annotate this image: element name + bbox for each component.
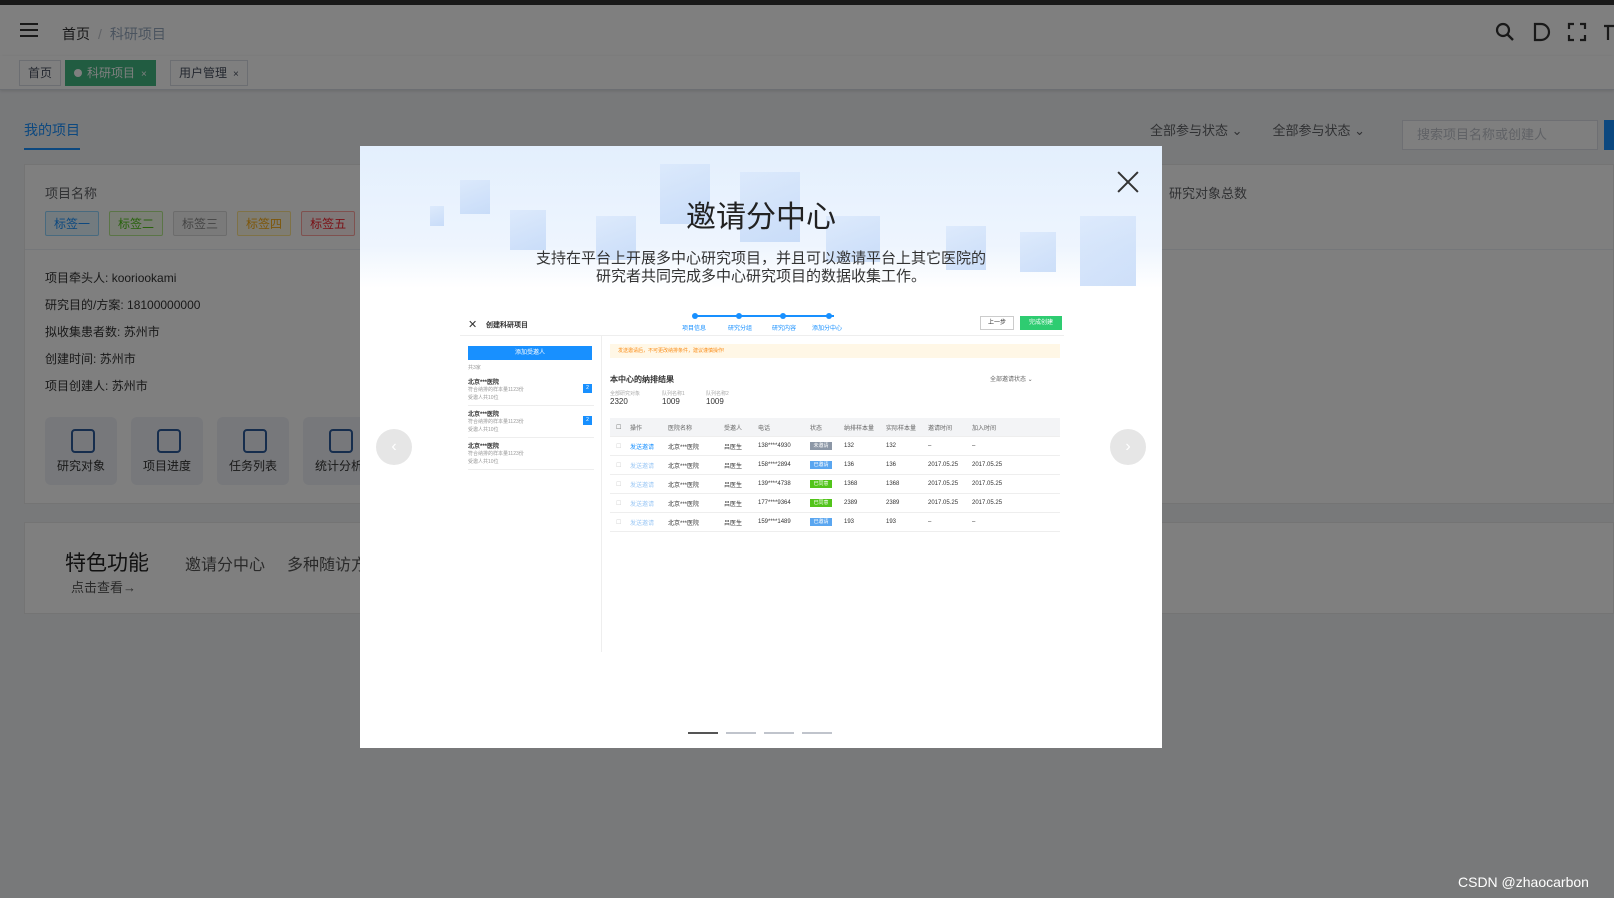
hospital-item: 北京***医院 符合纳排的样本量1123份 受邀人共10位 2	[468, 374, 594, 406]
table-row: ☐ 发送邀请 北京***医院 吕医生 139****4738 已同意 1368 1368 201…	[610, 475, 1060, 494]
step-label: 研究分组	[728, 326, 753, 332]
carousel-indicator[interactable]	[688, 732, 718, 734]
step-label: 研究内容	[772, 326, 797, 332]
hospital-item: 北京***医院 符合纳排的样本量1123份 受邀人共10位 2	[468, 406, 594, 438]
step-label: 添加分中心	[812, 326, 843, 332]
stat: 全部研究对象 2320	[610, 391, 641, 406]
results-table: ☐ 操作 医院名称 受邀人 电话 状态 纳排样本量 实际样本量 邀请时间 加入时…	[610, 418, 1060, 532]
add-invitee-button: 添加受邀人	[468, 346, 592, 360]
carousel-next-button[interactable]: ›	[1110, 429, 1146, 465]
status-badge: 未邀请	[810, 442, 832, 450]
dialog-banner: 邀请分中心 支持在平台上开展多中心研究项目，并且可以邀请平台上其它医院的 研究者…	[360, 146, 1162, 288]
stat: 队列名称2 1009	[706, 391, 729, 406]
carousel-indicator[interactable]	[802, 732, 832, 734]
stat: 队列名称1 1009	[662, 391, 685, 406]
dialog-title: 邀请分中心	[686, 200, 836, 235]
status-badge: 已邀请	[810, 461, 832, 469]
feature-dialog: 邀请分中心 支持在平台上开展多中心研究项目，并且可以邀请平台上其它医院的 研究者…	[360, 146, 1162, 748]
carousel-indicator[interactable]	[726, 732, 756, 734]
section-title: 本中心的纳排结果	[610, 375, 674, 384]
status-badge: 已同意	[810, 480, 832, 488]
status-badge: 已邀请	[810, 518, 832, 526]
table-row: ☐ 发送邀请 北京***医院 吕医生 138****4930 未邀请 132 132– –	[610, 437, 1060, 456]
screenshot-sidebar: 添加受邀人 共3家 北京***医院 符合纳排的样本量1123份 受邀人共10位 2 北…	[460, 336, 602, 652]
watermark: CSDN @zhaocarbon	[1458, 874, 1589, 890]
screenshot-header: ✕ 创建科研项目 项目信息 研究分组 研究内容 添加分中心 上一步 完成创建	[460, 312, 1064, 336]
close-icon: ✕	[468, 319, 478, 331]
step-label: 项目信息	[682, 326, 707, 332]
screenshot-title: 创建科研项目	[486, 322, 528, 329]
dialog-description: 支持在平台上开展多中心研究项目，并且可以邀请平台上其它医院的 研究者共同完成多中…	[535, 250, 986, 285]
section-filter: 全部邀请状态 ⌄	[990, 377, 1033, 383]
status-badge: 已同意	[810, 499, 832, 507]
table-row: ☐ 发送邀请 北京***医院 吕医生 158****2894 已邀请 136 136 2017.…	[610, 456, 1060, 475]
table-row: ☐ 发送邀请 北京***医院 吕医生 177****9364 已同意 2389 2389 201…	[610, 494, 1060, 513]
carousel-indicator[interactable]	[764, 732, 794, 734]
hospital-item: 北京***医院 符合纳排的样本量1123份 受邀人共10位	[468, 438, 594, 470]
steps-bar	[692, 313, 834, 319]
table-row: ☐ 发送邀请 北京***医院 吕医生 159****1489 已邀请 193 193– –	[610, 513, 1060, 532]
warning-banner: 发送邀请后，不可更改纳排条件，建议谨慎操作!	[610, 344, 1060, 358]
carousel-indicators	[688, 732, 832, 734]
close-icon[interactable]	[1116, 170, 1140, 194]
table-header: ☐ 操作 医院名称 受邀人 电话 状态 纳排样本量 实际样本量 邀请时间 加入时…	[610, 418, 1060, 437]
feature-screenshot: ✕ 创建科研项目 项目信息 研究分组 研究内容 添加分中心 上一步 完成创建 添…	[460, 312, 1064, 652]
screenshot-prev-button: 上一步	[980, 316, 1014, 330]
carousel-prev-button[interactable]: ‹	[376, 429, 412, 465]
screenshot-done-button: 完成创建	[1020, 316, 1062, 330]
